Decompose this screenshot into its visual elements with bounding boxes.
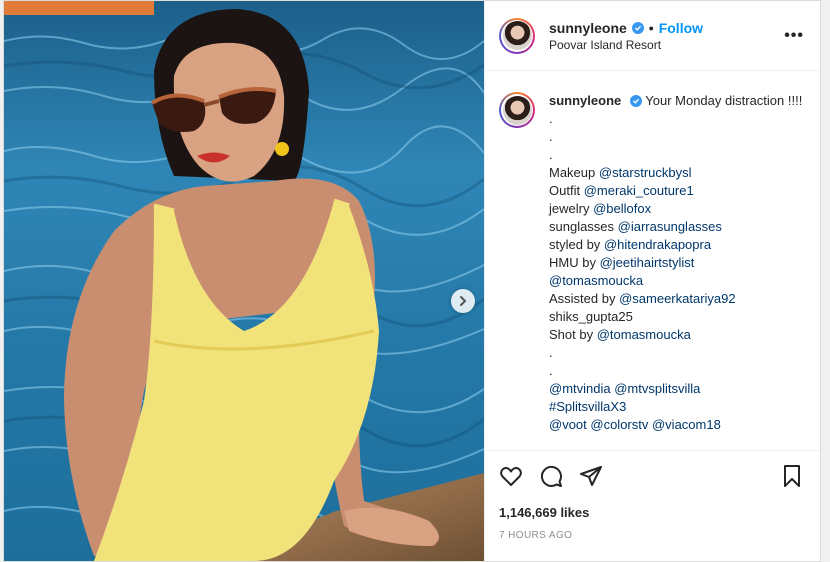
post-modal: sunnyleone • Follow Poovar Island Resort… bbox=[3, 0, 821, 562]
likes-count[interactable]: 1,146,669 likes bbox=[499, 505, 804, 520]
mention-link[interactable]: @iarrasunglasses bbox=[618, 219, 722, 234]
caption-line-text: . bbox=[549, 345, 553, 360]
mention-link[interactable]: @bellofox bbox=[593, 201, 651, 216]
caption-line: jewelry @bellofox bbox=[549, 200, 802, 218]
post-side-panel: sunnyleone • Follow Poovar Island Resort… bbox=[484, 1, 820, 561]
caption-line: HMU by @jeetihairtstylist bbox=[549, 254, 802, 272]
verified-badge-icon bbox=[631, 21, 644, 34]
follow-button[interactable]: Follow bbox=[659, 20, 703, 36]
caption-line: Shot by @tomasmoucka bbox=[549, 326, 802, 344]
caption-line-text: . bbox=[549, 111, 553, 126]
mention-link[interactable]: #SplitsvillaX3 bbox=[549, 399, 626, 414]
caption-username[interactable]: sunnyleone bbox=[549, 93, 621, 108]
mention-link[interactable]: @starstruckbysl bbox=[599, 165, 692, 180]
caption-line-text: Makeup bbox=[549, 165, 599, 180]
caption-avatar-image bbox=[502, 95, 532, 125]
post-header: sunnyleone • Follow Poovar Island Resort… bbox=[485, 1, 820, 71]
mention-link[interactable]: @tomasmoucka bbox=[597, 327, 691, 342]
caption-line: styled by @hitendrakapopra bbox=[549, 236, 802, 254]
action-bar: 1,146,669 likes 7 HOURS AGO bbox=[485, 450, 820, 541]
caption-line-text: Shot by bbox=[549, 327, 597, 342]
chevron-right-icon bbox=[460, 296, 467, 306]
post-photo[interactable] bbox=[4, 1, 484, 561]
caption-line: Assisted by @sameerkatariya92 bbox=[549, 290, 802, 308]
heart-icon[interactable] bbox=[499, 464, 523, 488]
mention-link[interactable]: @sameerkatariya92 bbox=[619, 291, 736, 306]
caption-avatar[interactable] bbox=[499, 92, 535, 128]
mention-link[interactable]: @voot @colorstv @viacom18 bbox=[549, 417, 721, 432]
caption-line-text: . bbox=[549, 147, 553, 162]
location-link[interactable]: Poovar Island Resort bbox=[549, 38, 784, 52]
caption-line-text: sunglasses bbox=[549, 219, 618, 234]
caption: sunnyleone Your Monday distraction !!!! … bbox=[499, 92, 804, 434]
caption-text: Your Monday distraction !!!! bbox=[645, 93, 803, 108]
caption-lines: ... Makeup @starstruckbysl Outfit @meraki_… bbox=[549, 110, 802, 434]
mention-link[interactable]: @hitendrakapopra bbox=[604, 237, 711, 252]
caption-line: #SplitsvillaX3 bbox=[549, 398, 802, 416]
caption-line: Outfit @meraki_couture1 bbox=[549, 182, 802, 200]
post-timestamp[interactable]: 7 HOURS AGO bbox=[499, 530, 804, 541]
caption-body: sunnyleone Your Monday distraction !!!! … bbox=[549, 92, 802, 434]
verified-badge-icon bbox=[629, 95, 642, 107]
more-icon[interactable]: ••• bbox=[784, 27, 804, 45]
caption-line-text: . bbox=[549, 363, 553, 378]
model-figure bbox=[64, 9, 439, 561]
share-icon[interactable] bbox=[579, 464, 603, 488]
comments-section: sunnyleone Your Monday distraction !!!! … bbox=[485, 72, 820, 450]
caption-line: @tomasmoucka bbox=[549, 272, 802, 290]
caption-line-text: jewelry bbox=[549, 201, 594, 216]
caption-line-text: . bbox=[549, 129, 553, 144]
username-link[interactable]: sunnyleone bbox=[549, 20, 627, 36]
mention-link[interactable]: @mtvindia @mtvsplitsvilla bbox=[549, 381, 700, 396]
next-photo-button[interactable] bbox=[451, 289, 475, 313]
avatar-image bbox=[502, 21, 532, 50]
caption-line: shiks_gupta25 bbox=[549, 308, 802, 326]
caption-line: . bbox=[549, 128, 802, 146]
caption-line: . bbox=[549, 344, 802, 362]
caption-line-text: Outfit bbox=[549, 183, 584, 198]
mention-link[interactable]: @meraki_couture1 bbox=[584, 183, 694, 198]
bookmark-icon[interactable] bbox=[780, 464, 804, 488]
avatar[interactable] bbox=[499, 17, 535, 54]
caption-line: . bbox=[549, 110, 802, 128]
mention-link[interactable]: @jeetihairtstylist bbox=[600, 255, 695, 270]
caption-line-text: HMU by bbox=[549, 255, 600, 270]
caption-line-text: styled by bbox=[549, 237, 604, 252]
caption-line: sunglasses @iarrasunglasses bbox=[549, 218, 802, 236]
caption-line: @voot @colorstv @viacom18 bbox=[549, 416, 802, 434]
comment-icon[interactable] bbox=[539, 464, 563, 488]
caption-line: . bbox=[549, 362, 802, 380]
caption-line: . bbox=[549, 146, 802, 164]
separator-dot: • bbox=[648, 19, 654, 36]
caption-line: @mtvindia @mtvsplitsvilla bbox=[549, 380, 802, 398]
mention-link[interactable]: @tomasmoucka bbox=[549, 273, 643, 288]
caption-line: Makeup @starstruckbysl bbox=[549, 164, 802, 182]
caption-line-text: Assisted by bbox=[549, 291, 620, 306]
caption-line-text: shiks_gupta25 bbox=[549, 309, 633, 324]
